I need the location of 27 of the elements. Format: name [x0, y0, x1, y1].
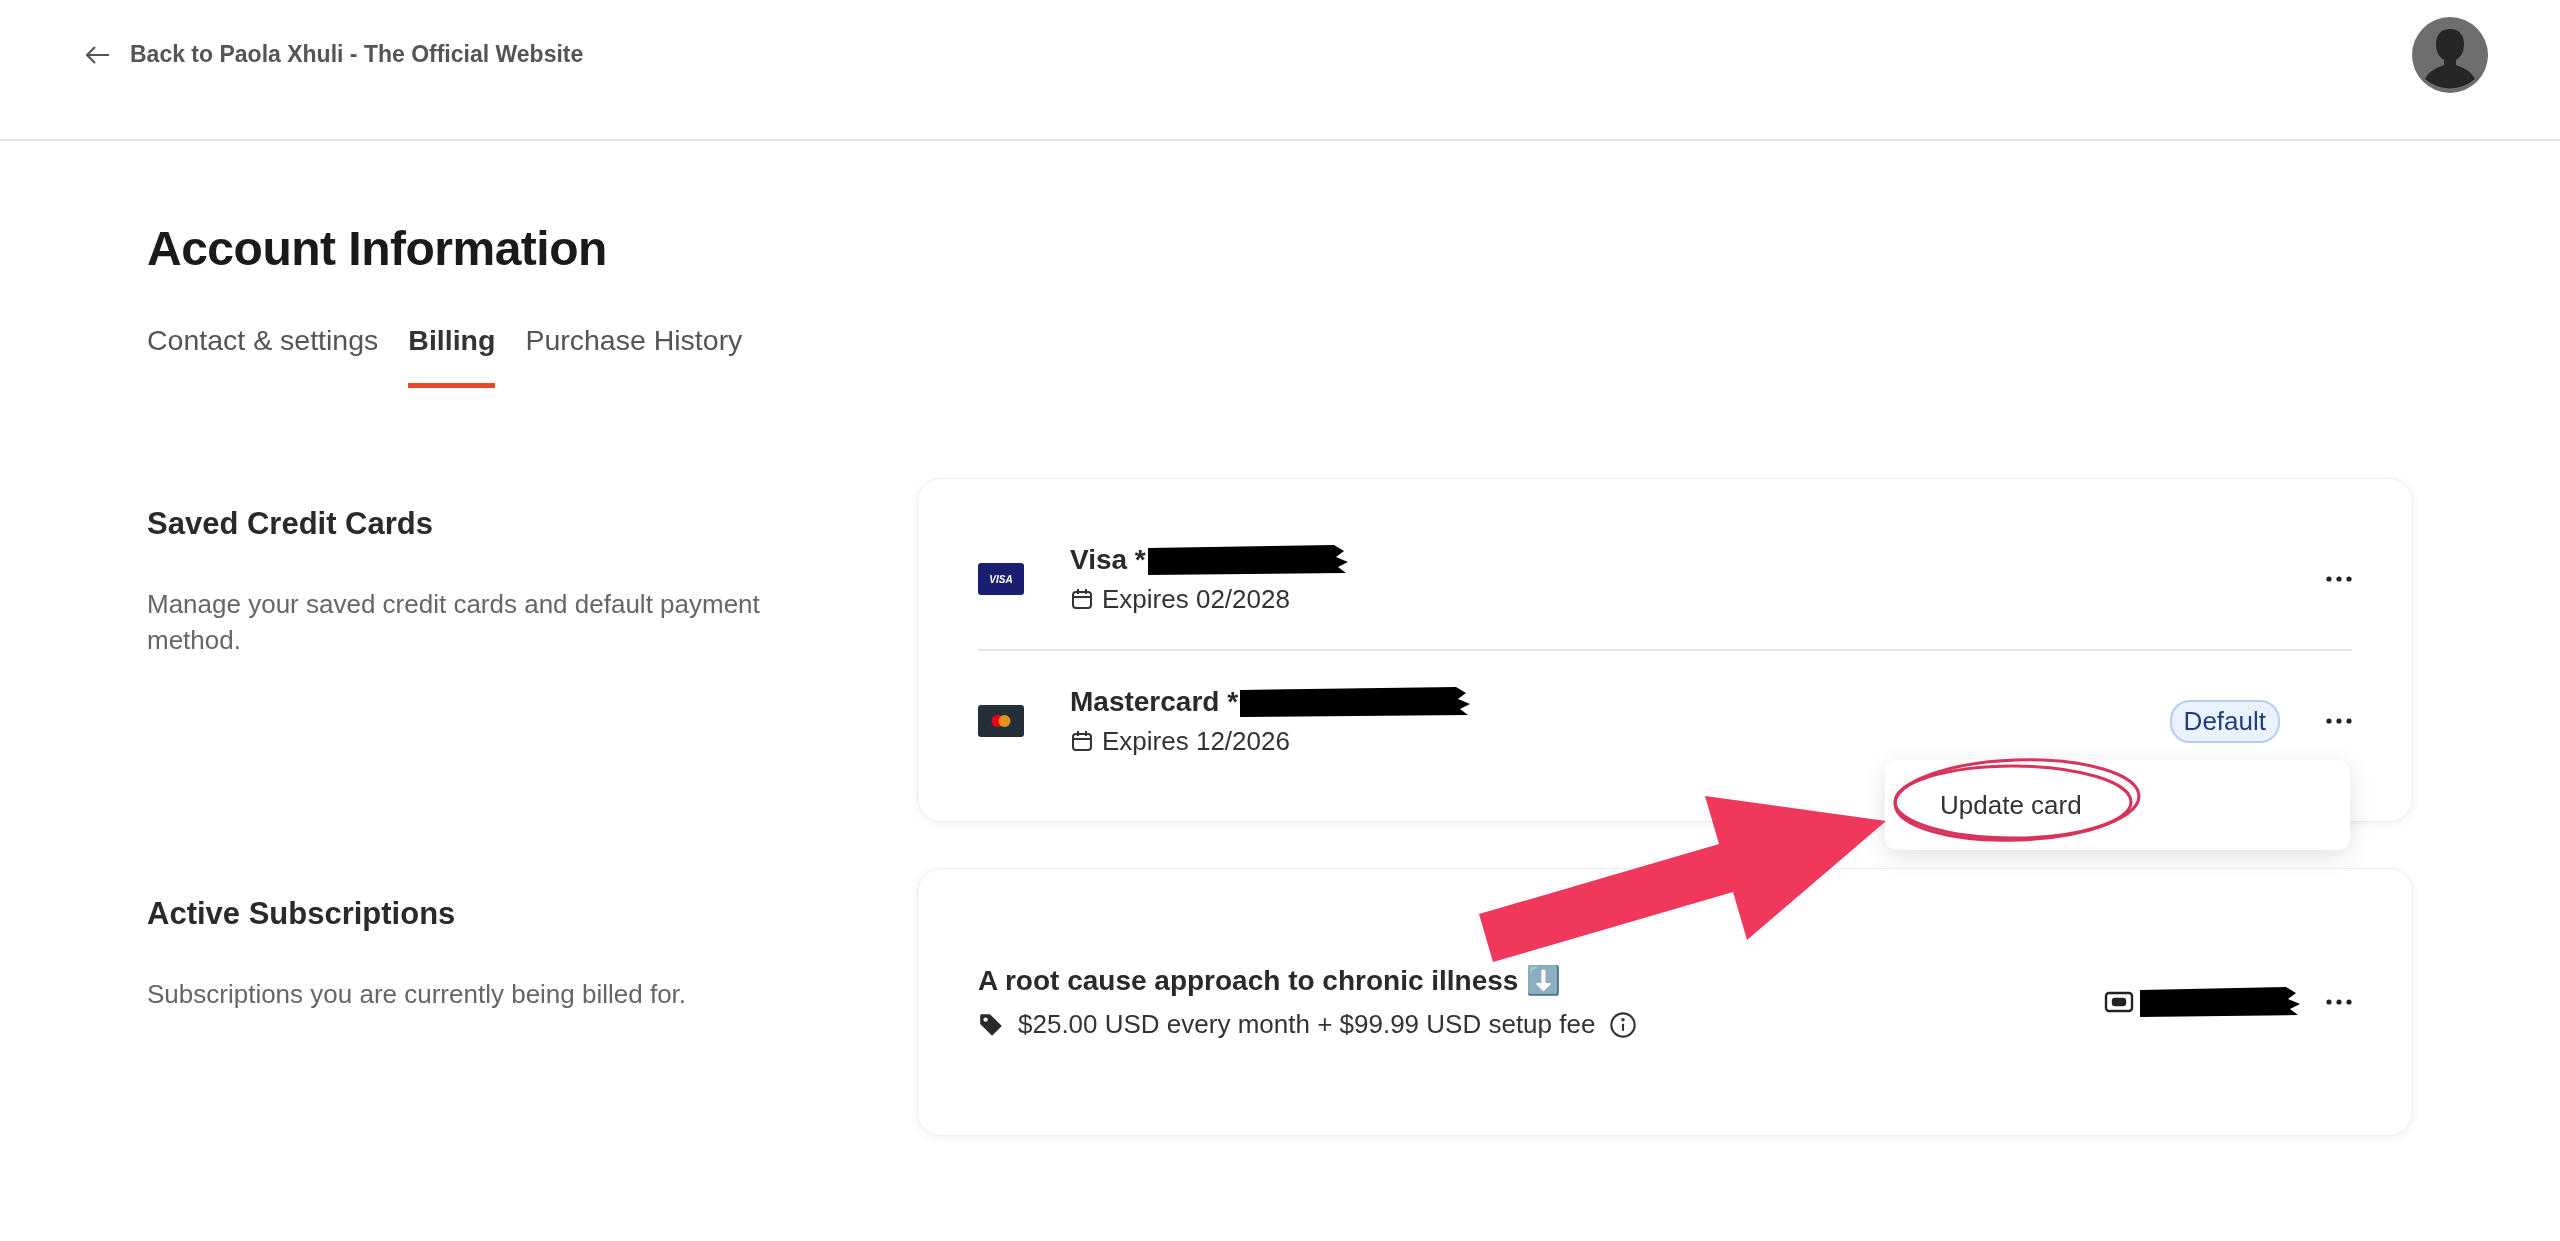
calendar-icon	[1070, 587, 1094, 611]
tab[interactable]: Contact & settings	[147, 324, 379, 388]
tab[interactable]: Billing	[408, 324, 496, 388]
more-icon[interactable]	[2326, 576, 2352, 582]
section-description: Subscriptions you are currently being billed for.	[147, 978, 688, 1011]
tab[interactable]: Purchase History	[525, 324, 743, 388]
card-expiry: Expires 12/2026	[1102, 725, 1290, 757]
card-icon	[2104, 991, 2134, 1013]
card-name: Mastercard *	[1070, 685, 1239, 718]
section-title: Active Subscriptions	[147, 896, 457, 932]
tag-icon	[978, 1011, 1004, 1038]
mastercard-icon	[978, 705, 1024, 737]
default-badge: Default	[2169, 699, 2280, 743]
more-icon[interactable]	[2326, 999, 2352, 1005]
section-description: Manage your saved credit cards and default payment method.	[147, 588, 761, 657]
subscription-price: $25.00 USD every month + $99.99 USD setup fee	[1018, 1009, 1596, 1040]
section-title: Saved Credit Cards	[147, 506, 434, 542]
subscription-title: A root cause approach to chronic illness ⬇	[978, 964, 1563, 997]
calendar-icon	[1070, 729, 1094, 753]
card-name: Visa *	[1070, 543, 1146, 576]
more-icon[interactable]	[2326, 718, 2352, 724]
visa-card-icon: VISA	[978, 563, 1024, 595]
back-arrow-icon	[86, 45, 110, 64]
card-expiry: Expires 02/2028	[1102, 583, 1290, 615]
info-icon[interactable]	[1609, 1010, 1638, 1039]
avatar[interactable]	[2412, 16, 2488, 93]
page-title: Account Information	[147, 221, 608, 276]
